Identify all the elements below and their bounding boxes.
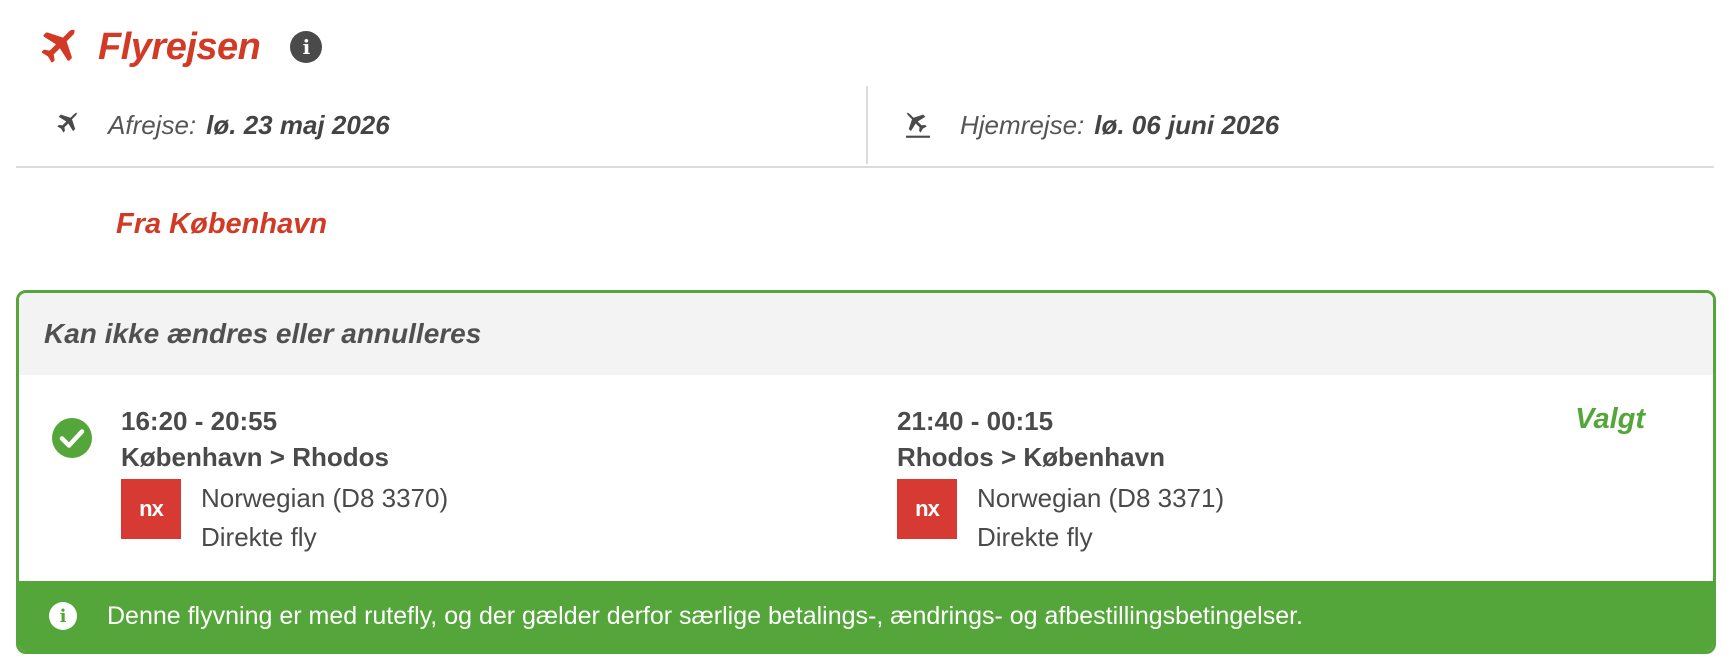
scheduled-flight-notice: i Denne flyvning er med rutefly, og der … <box>19 581 1713 651</box>
norwegian-logo: nx <box>121 479 181 539</box>
card-header: Kan ikke ændres eller annulleres <box>19 293 1713 375</box>
notice-text: Denne flyvning er med rutefly, og der gæ… <box>107 601 1303 630</box>
homebound-route: Rhodos > København <box>897 442 1165 472</box>
arrival-plane-icon <box>906 111 930 138</box>
outbound-time: 16:20 - 20:55 <box>121 406 278 436</box>
outbound-leg: 16:20 - 20:55 København > Rhodos nx Norw… <box>121 403 448 557</box>
outbound-airline: Norwegian (D8 3370) <box>201 483 449 513</box>
info-icon: i <box>49 602 77 630</box>
homebound-leg: 21:40 - 00:15 Rhodos > København nx Norw… <box>897 403 1224 557</box>
travel-dates: Afrejse: lø. 23 maj 2026 Hjemrejse: lø. … <box>16 86 1714 168</box>
outbound-route: København > Rhodos <box>121 442 389 472</box>
departure-value: lø. 23 maj 2026 <box>206 109 390 140</box>
norwegian-logo: nx <box>897 479 957 539</box>
page-title: Flyrejsen <box>98 25 261 68</box>
return-value: lø. 06 juni 2026 <box>1094 109 1280 140</box>
flight-option-card[interactable]: Kan ikke ændres eller annulleres 16:20 -… <box>16 290 1716 654</box>
return-date: Hjemrejse: lø. 06 juni 2026 <box>868 86 1714 164</box>
departure-plane-icon <box>57 111 78 133</box>
homebound-time: 21:40 - 00:15 <box>897 406 1054 436</box>
airplane-icon <box>41 28 76 63</box>
homebound-airline: Norwegian (D8 3371) <box>977 483 1225 513</box>
return-label: Hjemrejse: <box>960 109 1085 140</box>
outbound-flight-type: Direkte fly <box>201 522 317 552</box>
departure-label: Afrejse: <box>108 109 197 140</box>
from-heading: Fra København <box>116 208 328 240</box>
card-header-text: Kan ikke ændres eller annulleres <box>44 318 482 349</box>
homebound-flight-type: Direkte fly <box>977 522 1093 552</box>
selected-label: Valgt <box>1575 403 1645 435</box>
outbound-airline-info: Norwegian (D8 3370) Direkte fly <box>201 479 448 557</box>
section-header: Flyrejsen i <box>36 22 323 72</box>
homebound-airline-row: nx Norwegian (D8 3371) Direkte fly <box>897 479 1224 557</box>
check-circle-icon[interactable] <box>51 417 93 459</box>
card-body: 16:20 - 20:55 København > Rhodos nx Norw… <box>19 375 1713 575</box>
departure-date: Afrejse: lø. 23 maj 2026 <box>16 86 868 164</box>
homebound-airline-info: Norwegian (D8 3371) Direkte fly <box>977 479 1224 557</box>
outbound-airline-row: nx Norwegian (D8 3370) Direkte fly <box>121 479 448 557</box>
info-icon[interactable]: i <box>290 31 323 63</box>
